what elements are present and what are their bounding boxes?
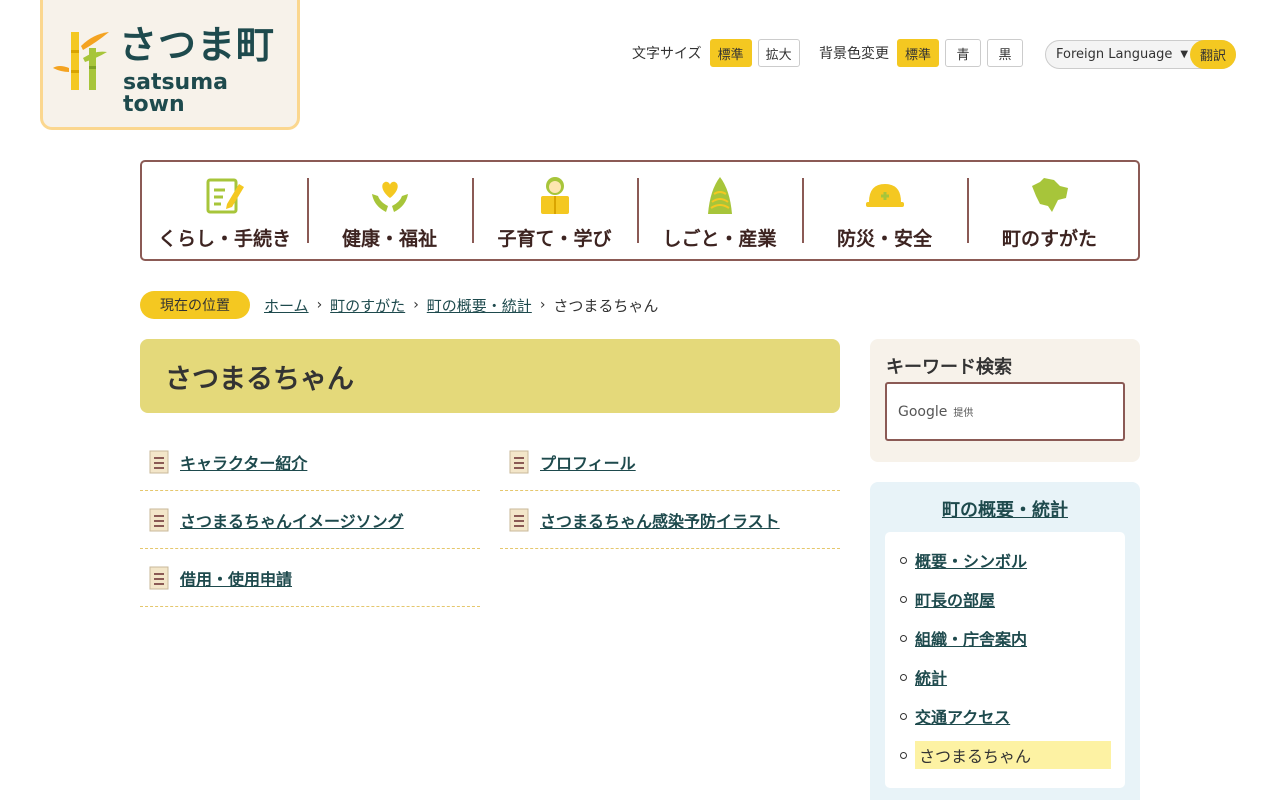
nav-item-work[interactable]: しごと・産業 — [637, 162, 802, 259]
side-nav-link-organization[interactable]: 組織・庁舎案内 — [915, 626, 1027, 650]
nav-label: 町のすがた — [1001, 228, 1097, 250]
side-nav-list: 概要・シンボル 町長の部屋 組織・庁舎案内 統計 交通アクセス さつまるちゃん — [885, 532, 1125, 788]
global-nav: くらし・手続き 健康・福祉 子育て・学び しごと・産業 防災・安全 町のすがた — [140, 160, 1140, 261]
side-nav-title[interactable]: 町の概要・統計 — [870, 496, 1140, 522]
bamboo-shoot-icon — [707, 177, 732, 214]
document-icon — [509, 508, 529, 531]
circle-bullet-icon — [900, 673, 907, 681]
nav-label: 子育て・学び — [497, 228, 612, 250]
document-icon — [149, 450, 169, 473]
nav-item-health[interactable]: 健康・福祉 — [307, 162, 472, 259]
side-nav-link-mayor[interactable]: 町長の部屋 — [915, 587, 995, 611]
helmet-icon — [865, 184, 904, 207]
list-item: キャラクター紹介 — [140, 433, 480, 491]
nav-item-childcare[interactable]: 子育て・学び — [472, 162, 637, 259]
nav-label: しごと・産業 — [662, 228, 777, 250]
logo-name-ja: さつま町 — [119, 23, 276, 67]
page-title-banner: さつまるちゃん — [140, 339, 840, 413]
breadcrumb-overview-link[interactable]: 町の概要・統計 — [427, 295, 532, 316]
document-icon — [149, 508, 169, 531]
side-nav-item: 概要・シンボル — [900, 546, 1027, 574]
breadcrumb-current: さつまるちゃん — [553, 296, 659, 315]
nav-item-life[interactable]: くらし・手続き — [142, 162, 307, 259]
caret-down-icon: ▼ — [1180, 49, 1189, 60]
circle-bullet-icon — [900, 634, 907, 642]
side-nav-link-overview[interactable]: 概要・シンボル — [915, 548, 1027, 572]
bg-color-switcher: 背景色変更 標準 青 黒 — [819, 39, 1029, 67]
nav-label: 健康・福祉 — [341, 228, 437, 250]
list-item: さつまるちゃんイメージソング — [140, 491, 480, 549]
circle-bullet-icon — [900, 556, 907, 564]
translate-button[interactable]: 翻訳 — [1190, 40, 1236, 69]
side-nav-item: 統計 — [900, 663, 947, 691]
nav-label: 防災・安全 — [836, 228, 932, 250]
side-nav-link-access[interactable]: 交通アクセス — [915, 704, 1010, 728]
child-reading-icon — [540, 177, 569, 214]
link-infection-prevention-illust[interactable]: さつまるちゃん感染予防イラスト — [540, 508, 780, 532]
side-nav-current: さつまるちゃん — [915, 741, 1111, 769]
font-size-standard-button[interactable]: 標準 — [709, 39, 752, 67]
breadcrumb-label: 現在の位置 — [140, 291, 250, 319]
font-size-switcher: 文字サイズ 標準 拡大 — [632, 39, 806, 67]
language-selector: Foreign Language ▼ 翻訳 — [1045, 40, 1236, 69]
search-title: キーワード検索 — [886, 357, 1012, 378]
side-nav-link-statistics[interactable]: 統計 — [915, 665, 947, 689]
bamboo-logo-icon — [53, 32, 109, 90]
bg-color-label: 背景色変更 — [819, 46, 889, 62]
font-size-label: 文字サイズ — [632, 46, 702, 62]
bg-black-button[interactable]: 黒 — [987, 39, 1024, 67]
bg-standard-button[interactable]: 標準 — [897, 39, 940, 67]
side-nav-item-current: さつまるちゃん — [900, 741, 1111, 769]
circle-bullet-icon — [900, 751, 907, 759]
page-title: さつまるちゃん — [165, 363, 354, 395]
nav-label: くらし・手続き — [157, 228, 291, 250]
town-map-icon — [1031, 178, 1068, 212]
site-logo[interactable]: さつま町 satsuma town — [40, 0, 300, 130]
font-size-large-button[interactable]: 拡大 — [757, 39, 800, 67]
list-item: さつまるちゃん感染予防イラスト — [500, 491, 840, 549]
logo-name-en: satsuma town — [123, 70, 228, 117]
document-icon — [149, 566, 169, 589]
chevron-right-icon: › — [539, 297, 546, 313]
language-select-value: Foreign Language — [1056, 47, 1173, 62]
list-item: 借用・使用申請 — [140, 549, 480, 607]
link-image-song[interactable]: さつまるちゃんイメージソング — [180, 508, 404, 532]
nav-item-town[interactable]: 町のすがた — [967, 162, 1132, 259]
search-provided-label: 提供 — [953, 408, 974, 419]
document-icon — [509, 450, 529, 473]
link-profile[interactable]: プロフィール — [540, 450, 636, 474]
list-item: プロフィール — [500, 433, 840, 491]
breadcrumb-town-link[interactable]: 町のすがた — [330, 295, 405, 316]
google-logo: Google — [898, 403, 948, 420]
language-select[interactable]: Foreign Language ▼ — [1046, 47, 1190, 62]
side-nav-item: 組織・庁舎案内 — [900, 624, 1027, 652]
keyword-search-panel: キーワード検索 Google 提供 — [870, 339, 1140, 462]
breadcrumb-home-link[interactable]: ホーム — [264, 295, 309, 316]
bg-blue-button[interactable]: 青 — [945, 39, 982, 67]
link-character-intro[interactable]: キャラクター紹介 — [180, 450, 307, 474]
side-nav: 町の概要・統計 概要・シンボル 町長の部屋 組織・庁舎案内 統計 交通アクセス … — [870, 482, 1140, 800]
side-nav-item: 町長の部屋 — [900, 585, 995, 613]
side-nav-item: 交通アクセス — [900, 702, 1010, 730]
circle-bullet-icon — [900, 712, 907, 720]
chevron-right-icon: › — [413, 297, 419, 313]
nav-item-safety[interactable]: 防災・安全 — [802, 162, 967, 259]
notepad-pencil-icon — [206, 178, 244, 214]
link-usage-application[interactable]: 借用・使用申請 — [180, 566, 292, 590]
search-input[interactable]: Google 提供 — [885, 382, 1125, 441]
breadcrumb: 現在の位置 ホーム › 町のすがた › 町の概要・統計 › さつまるちゃん — [140, 291, 658, 319]
circle-bullet-icon — [900, 595, 907, 603]
heart-hands-icon — [371, 181, 408, 212]
chevron-right-icon: › — [316, 297, 323, 313]
